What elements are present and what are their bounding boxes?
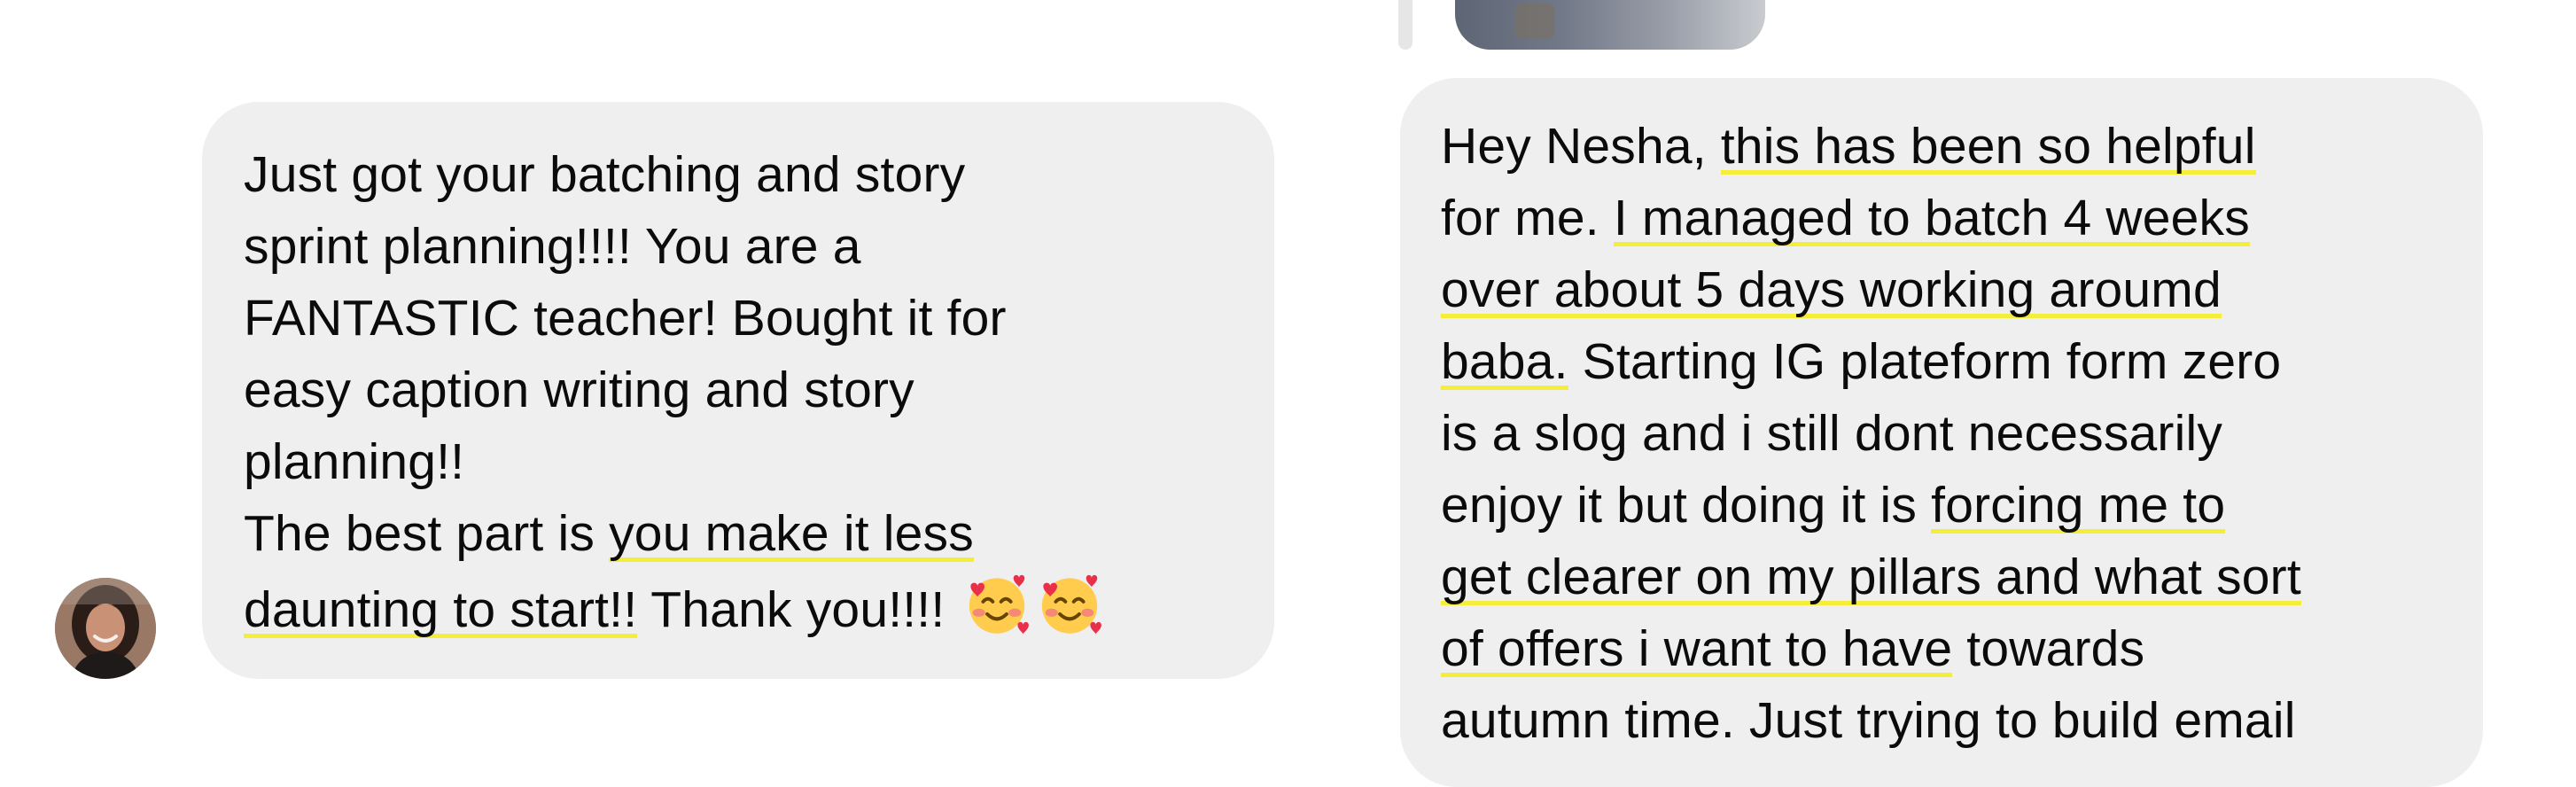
message-text: for me.	[1441, 190, 1614, 246]
message-line: planning!!	[244, 426, 1239, 498]
message-line: Hey Nesha, this has been so helpful	[1441, 111, 2448, 183]
message-text: planning!!	[244, 433, 465, 490]
avatar-portrait	[55, 578, 156, 679]
message-line: of offers i want to have towards	[1441, 613, 2448, 685]
message-line: Just got your batching and story	[244, 139, 1239, 211]
message-text: is a slog and i still dont necessarily	[1441, 405, 2223, 462]
message-line: The best part is you make it less	[244, 498, 1239, 570]
message-text: Hey Nesha,	[1441, 118, 1721, 175]
message-line: easy caption writing and story	[244, 355, 1239, 426]
message-line: over about 5 days working aroumd	[1441, 254, 2448, 326]
message-line: sprint planning!!!! You are a	[244, 211, 1239, 283]
message-text: Thank you!!!!	[637, 581, 960, 638]
highlighted-text: get clearer on my pillars and what sort	[1441, 549, 2301, 609]
message-line: FANTASTIC teacher! Bought it for	[244, 283, 1239, 355]
highlighted-text: I managed to batch 4 weeks	[1613, 190, 2250, 250]
highlighted-text: of offers i want to have	[1441, 620, 1953, 681]
highlighted-text: this has been so helpful	[1720, 118, 2256, 178]
message-line: baba. Starting IG plateform form zero	[1441, 326, 2448, 398]
message-line: get clearer on my pillars and what sort	[1441, 542, 2448, 613]
message-line: for me. I managed to batch 4 weeks	[1441, 183, 2448, 254]
message-bubble-right[interactable]: Hey Nesha, this has been so helpful for …	[1400, 78, 2483, 787]
message-line: autumn time. Just trying to build email	[1441, 685, 2448, 757]
highlighted-text: baba.	[1441, 333, 1568, 394]
message-line: is a slog and i still dont necessarily	[1441, 398, 2448, 470]
smiling-face-with-hearts-icon	[1042, 574, 1102, 635]
message-text: Starting IG plateform form zero	[1568, 333, 2282, 390]
message-text: FANTASTIC teacher! Bought it for	[244, 290, 1007, 347]
message-line: daunting to start!! Thank you!!!!	[244, 570, 1239, 646]
message-text: towards	[1952, 620, 2145, 677]
message-line: enjoy it but doing it is forcing me to	[1441, 470, 2448, 542]
message-text: Just got your batching and story	[244, 146, 966, 203]
photo-detail	[1515, 4, 1554, 39]
message-text: easy caption writing and story	[244, 362, 914, 418]
thread-divider	[1398, 0, 1413, 50]
shared-photo-thumbnail[interactable]	[1455, 0, 1765, 50]
message-text: sprint planning!!!! You are a	[244, 218, 861, 275]
message-text: autumn time. Just trying to build email	[1441, 692, 2296, 749]
message-bubble-left[interactable]: Just got your batching and story sprint …	[202, 102, 1274, 679]
message-text: The best part is	[244, 505, 610, 562]
highlighted-text: forcing me to	[1931, 477, 2226, 537]
highlighted-text: you make it less	[609, 505, 974, 565]
highlighted-text: over about 5 days working aroumd	[1441, 261, 2222, 322]
smiling-face-with-hearts-icon	[969, 574, 1030, 635]
user-avatar[interactable]	[55, 578, 156, 679]
message-text: enjoy it but doing it is	[1441, 477, 1932, 534]
highlighted-text: daunting to start!!	[244, 581, 638, 642]
